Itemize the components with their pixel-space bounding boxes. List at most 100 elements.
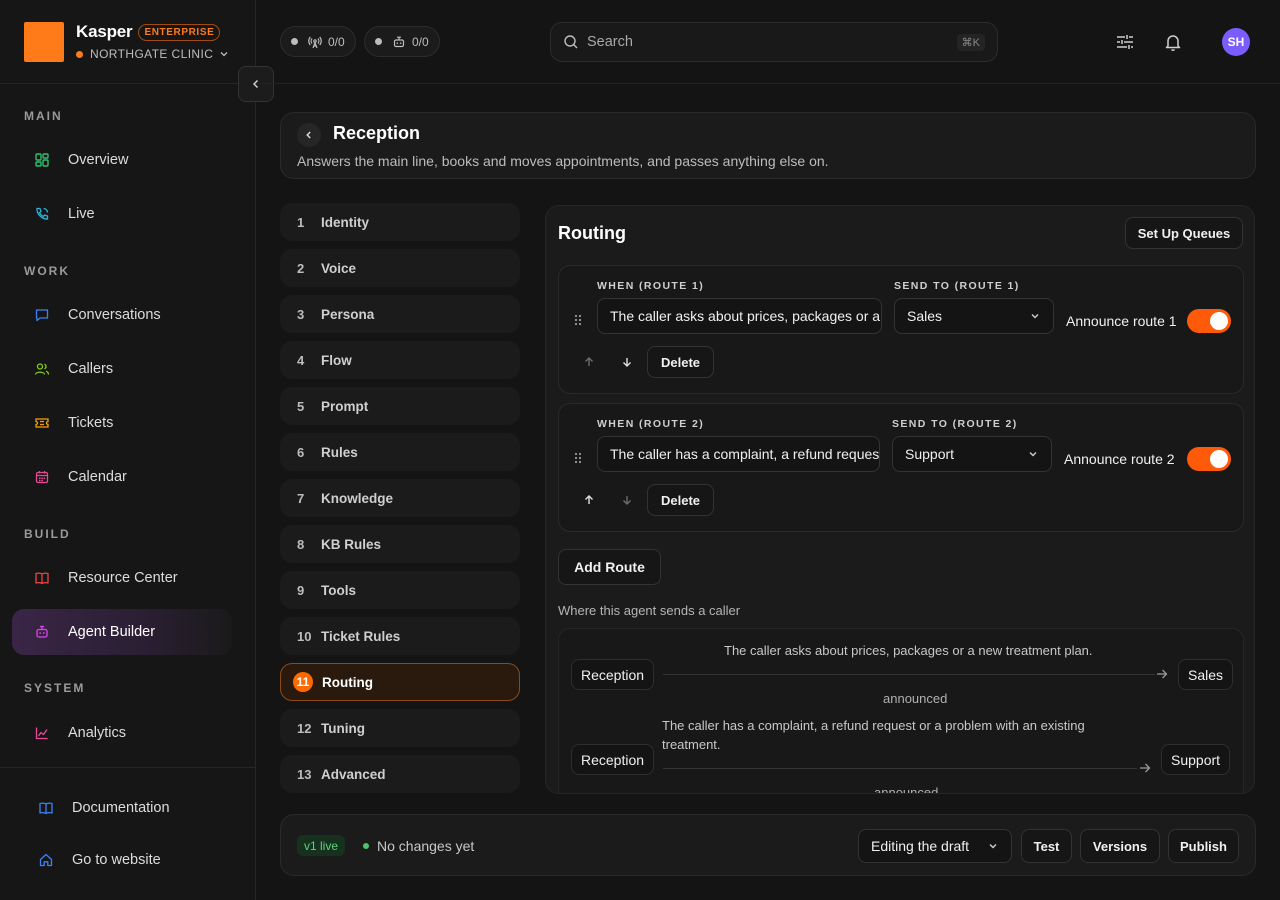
sidebar-item-label: Callers xyxy=(68,361,114,377)
step-tools[interactable]: 9 Tools xyxy=(280,571,520,609)
map-edge-note: announced xyxy=(874,785,939,794)
move-down-button[interactable] xyxy=(617,352,637,372)
publish-button[interactable]: Publish xyxy=(1168,829,1239,863)
move-down-button[interactable] xyxy=(617,490,637,510)
announce-toggle[interactable] xyxy=(1187,309,1231,333)
step-advanced[interactable]: 13 Advanced xyxy=(280,755,520,793)
move-up-button[interactable] xyxy=(579,490,599,510)
arrow-up-icon xyxy=(585,495,593,504)
brand-name: Kasper xyxy=(76,22,133,41)
step-number: 9 xyxy=(297,582,305,598)
section-main: MAIN xyxy=(24,109,63,123)
search-icon xyxy=(564,35,578,49)
step-flow[interactable]: 4 Flow xyxy=(280,341,520,379)
routing-panel: Routing Set Up Queues WHEN (ROUTE 1) SEN… xyxy=(545,205,1255,794)
sidebar-item-live[interactable]: Live xyxy=(12,191,232,237)
move-up-button[interactable] xyxy=(579,352,599,372)
step-prompt[interactable]: 5 Prompt xyxy=(280,387,520,425)
sliders-icon[interactable] xyxy=(1115,32,1135,52)
drag-handle-icon[interactable] xyxy=(573,451,583,465)
phone-icon xyxy=(36,207,49,220)
announce-toggle[interactable] xyxy=(1187,447,1231,471)
test-button[interactable]: Test xyxy=(1021,829,1072,863)
back-button[interactable] xyxy=(297,123,321,147)
sidebar-item-go-to-website[interactable]: Go to website xyxy=(16,837,236,883)
add-route-button[interactable]: Add Route xyxy=(558,549,661,585)
announce-label: Announce route 2 xyxy=(1064,451,1175,467)
chart-icon xyxy=(35,727,48,740)
sidebar-item-tickets[interactable]: Tickets xyxy=(12,400,232,446)
status-dot xyxy=(375,38,382,45)
step-routing[interactable]: 11 Routing xyxy=(280,663,520,701)
sidebar-item-callers[interactable]: Callers xyxy=(12,346,232,392)
grid-icon xyxy=(35,153,49,167)
select-value: Editing the draft xyxy=(871,838,970,854)
live-calls-counter[interactable]: 0/0 xyxy=(280,26,356,57)
robot-icon xyxy=(393,36,405,47)
step-knowledge[interactable]: 7 Knowledge xyxy=(280,479,520,517)
section-work: WORK xyxy=(24,264,70,278)
arrow-right-icon xyxy=(1157,669,1168,679)
sidebar-item-resource-center[interactable]: Resource Center xyxy=(12,555,232,601)
org-switcher[interactable]: NORTHGATE CLINIC xyxy=(76,47,229,61)
collapse-sidebar-button[interactable] xyxy=(238,66,274,102)
route-destination-select[interactable]: Sales xyxy=(894,298,1054,334)
set-up-queues-button[interactable]: Set Up Queues xyxy=(1125,217,1243,249)
drag-handle-icon[interactable] xyxy=(573,313,583,327)
route-destination-select[interactable]: Support xyxy=(892,436,1052,472)
active-agents-counter[interactable]: 0/0 xyxy=(364,26,440,57)
map-edge-line xyxy=(663,768,1137,769)
sidebar-item-label: Agent Builder xyxy=(68,624,156,640)
map-edge-line xyxy=(663,674,1155,675)
step-number: 2 xyxy=(297,260,305,276)
book-icon xyxy=(35,572,49,585)
delete-route-button[interactable]: Delete xyxy=(647,346,714,378)
map-node-source: Reception xyxy=(571,659,655,690)
versions-button[interactable]: Versions xyxy=(1080,829,1160,863)
brand: Kasper ENTERPRISE NORTHGATE CLINIC xyxy=(24,22,229,62)
route-condition-input[interactable]: The caller has a complaint, a refund req… xyxy=(597,436,880,472)
route-condition-input[interactable]: The caller asks about prices, packages o… xyxy=(597,298,882,334)
sidebar-item-documentation[interactable]: Documentation xyxy=(16,785,236,831)
sidebar-item-label: Conversations xyxy=(68,307,161,323)
route-card: WHEN (ROUTE 2) SEND TO (ROUTE 2) The cal… xyxy=(558,403,1244,532)
users-icon xyxy=(34,363,50,375)
step-label: Prompt xyxy=(321,398,369,414)
avatar[interactable]: SH xyxy=(1222,28,1250,56)
arrow-down-icon xyxy=(623,496,631,505)
step-number: 3 xyxy=(297,306,305,322)
counter-value: 0/0 xyxy=(412,34,429,49)
page-title: Reception xyxy=(333,123,421,143)
brand-logo xyxy=(24,22,64,62)
step-kb-rules[interactable]: 8 KB Rules xyxy=(280,525,520,563)
map-node-source: Reception xyxy=(571,744,655,775)
sidebar-item-overview[interactable]: Overview xyxy=(12,137,232,183)
search-input[interactable] xyxy=(587,34,957,50)
sidebar-item-conversations[interactable]: Conversations xyxy=(12,292,232,338)
step-number: 10 xyxy=(297,628,312,644)
step-rules[interactable]: 6 Rules xyxy=(280,433,520,471)
step-label: Rules xyxy=(321,444,358,460)
edit-mode-select[interactable]: Editing the draft xyxy=(858,829,1012,863)
announce-label: Announce route 1 xyxy=(1066,313,1177,329)
step-ticket-rules[interactable]: 10 Ticket Rules xyxy=(280,617,520,655)
step-persona[interactable]: 3 Persona xyxy=(280,295,520,333)
section-system: SYSTEM xyxy=(24,681,86,695)
bell-icon[interactable] xyxy=(1163,32,1183,52)
sidebar-item-calendar[interactable]: Calendar xyxy=(12,454,232,500)
when-label: WHEN (ROUTE 1) xyxy=(597,280,705,292)
delete-route-button[interactable]: Delete xyxy=(647,484,714,516)
step-number: 4 xyxy=(297,352,305,368)
sidebar-item-analytics[interactable]: Analytics xyxy=(12,710,232,756)
chevron-down-icon xyxy=(989,844,997,849)
step-number: 5 xyxy=(297,398,305,414)
search-bar[interactable]: ⌘K xyxy=(550,22,998,62)
step-voice[interactable]: 2 Voice xyxy=(280,249,520,287)
status-dot xyxy=(363,843,369,849)
sidebar-item-agent-builder[interactable]: Agent Builder xyxy=(12,609,232,655)
step-number: 8 xyxy=(297,536,305,552)
chevron-down-icon xyxy=(220,52,228,57)
when-label: WHEN (ROUTE 2) xyxy=(597,418,705,430)
step-identity[interactable]: 1 Identity xyxy=(280,203,520,241)
step-tuning[interactable]: 12 Tuning xyxy=(280,709,520,747)
